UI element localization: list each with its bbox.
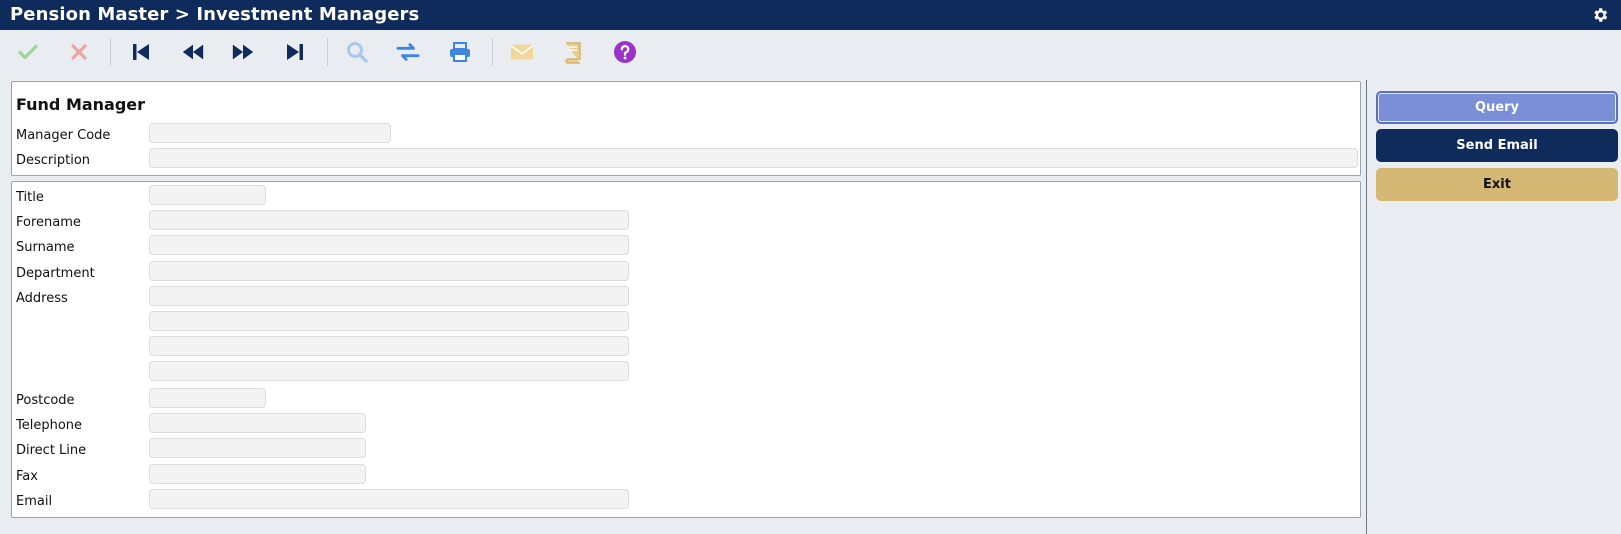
- surname-label: Surname: [16, 240, 75, 255]
- gear-icon[interactable]: [1591, 6, 1609, 24]
- postcode-field[interactable]: [149, 388, 266, 408]
- address-line-2-field[interactable]: [149, 311, 629, 331]
- fax-label: Fax: [16, 469, 38, 484]
- address-line-3-field[interactable]: [149, 336, 629, 356]
- title-label: Title: [16, 190, 44, 205]
- direct-line-field[interactable]: [149, 438, 366, 458]
- check-icon[interactable]: [16, 40, 40, 64]
- department-label: Department: [16, 266, 95, 281]
- help-icon[interactable]: [613, 40, 637, 64]
- toolbar-divider: [327, 38, 328, 66]
- fund-manager-heading: Fund Manager: [16, 95, 146, 114]
- email-field[interactable]: [149, 489, 629, 509]
- forename-label: Forename: [16, 215, 81, 230]
- send-email-button[interactable]: Send Email: [1376, 129, 1618, 162]
- last-record-icon[interactable]: [283, 40, 307, 64]
- search-icon[interactable]: [345, 40, 369, 64]
- query-button[interactable]: Query: [1376, 91, 1618, 124]
- surname-field[interactable]: [149, 235, 629, 255]
- previous-record-icon[interactable]: [181, 40, 205, 64]
- toolbar-divider: [492, 38, 493, 66]
- toolbar-divider: [110, 38, 111, 66]
- print-icon[interactable]: [448, 40, 472, 64]
- email-icon[interactable]: [510, 40, 534, 64]
- fax-field[interactable]: [149, 464, 366, 484]
- sidebar-divider: [1366, 80, 1367, 534]
- telephone-label: Telephone: [16, 418, 83, 433]
- address-line-1-field[interactable]: [149, 286, 629, 306]
- contact-details-panel: Title Forename Surname Department Addres…: [11, 181, 1361, 518]
- department-field[interactable]: [149, 261, 629, 281]
- cancel-icon[interactable]: [67, 40, 91, 64]
- email-label: Email: [16, 494, 53, 509]
- first-record-icon[interactable]: [129, 40, 153, 64]
- toolbar: [0, 30, 1621, 74]
- address-line-4-field[interactable]: [149, 361, 629, 381]
- exit-button[interactable]: Exit: [1376, 168, 1618, 201]
- description-field[interactable]: [149, 148, 1358, 168]
- address-label: Address: [16, 291, 68, 306]
- swap-icon[interactable]: [396, 40, 420, 64]
- title-field[interactable]: [149, 185, 266, 205]
- manager-code-label: Manager Code: [16, 128, 111, 143]
- fund-manager-panel: Fund Manager Manager Code Description: [11, 81, 1361, 176]
- book-icon[interactable]: [561, 40, 585, 64]
- postcode-label: Postcode: [16, 393, 75, 408]
- forename-field[interactable]: [149, 210, 629, 230]
- window-title: Pension Master > Investment Managers: [10, 4, 420, 25]
- next-record-icon[interactable]: [231, 40, 255, 64]
- manager-code-field[interactable]: [149, 123, 391, 143]
- direct-line-label: Direct Line: [16, 443, 87, 458]
- telephone-field[interactable]: [149, 413, 366, 433]
- title-bar: Pension Master > Investment Managers: [0, 0, 1621, 30]
- description-label: Description: [16, 153, 91, 168]
